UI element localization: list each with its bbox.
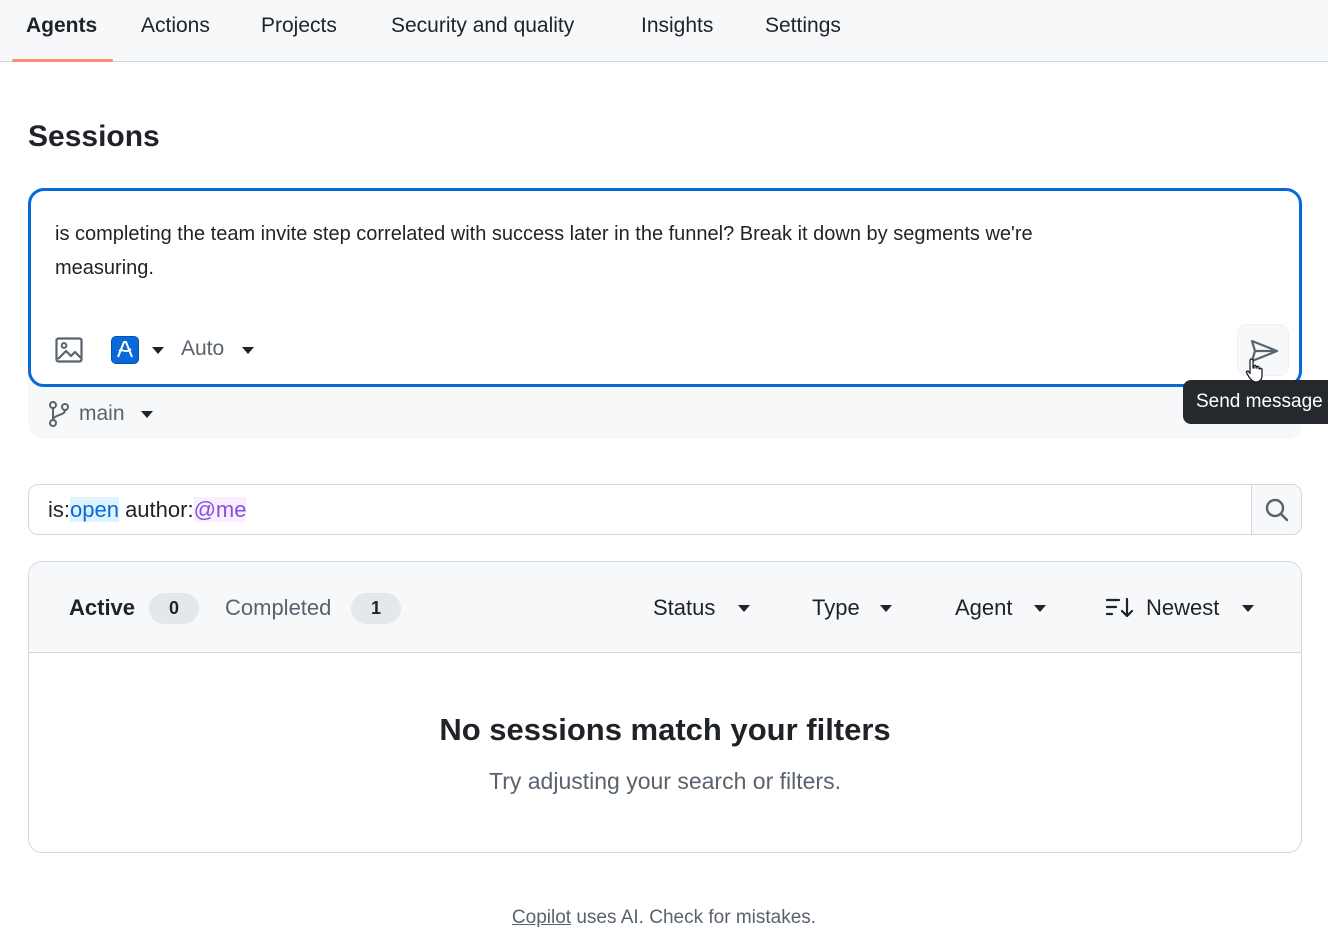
page-title: Sessions: [28, 120, 160, 153]
tab-agents[interactable]: Agents: [26, 0, 97, 62]
search-button[interactable]: [1251, 485, 1301, 534]
completed-count-badge: 1: [351, 593, 401, 624]
sort-chevron-down-icon[interactable]: [1242, 605, 1254, 612]
status-chevron-down-icon[interactable]: [738, 605, 750, 612]
type-chevron-down-icon[interactable]: [880, 605, 892, 612]
sessions-search-field[interactable]: is:open author:@me: [28, 484, 1302, 535]
ai-disclaimer: Copilot uses AI. Check for mistakes.: [0, 907, 1328, 929]
send-message-tooltip: Send message: [1183, 380, 1328, 424]
search-value-me: @me: [193, 497, 247, 522]
search-icon: [1265, 498, 1289, 522]
search-qualifier-author: author:: [118, 497, 194, 522]
tab-completed[interactable]: Completed: [225, 595, 331, 621]
search-qualifier-is: is:: [48, 497, 70, 522]
empty-state-subtitle: Try adjusting your search or filters.: [489, 768, 841, 794]
mode-chevron-down-icon[interactable]: [242, 347, 254, 354]
disclaimer-text: uses AI. Check for mistakes.: [571, 907, 817, 928]
search-query[interactable]: is:open author:@me: [48, 497, 247, 523]
model-chevron-down-icon[interactable]: [152, 347, 164, 354]
sessions-filter-bar: Active 0 Completed 1 Status Type Agent N…: [29, 562, 1301, 653]
sort-select[interactable]: Newest: [1146, 595, 1219, 621]
tab-settings[interactable]: Settings: [765, 0, 841, 62]
branch-select[interactable]: main: [79, 402, 125, 426]
tab-insights[interactable]: Insights: [641, 0, 713, 62]
branch-chevron-down-icon[interactable]: [141, 411, 153, 418]
git-branch-icon: [49, 401, 69, 427]
prompt-input[interactable]: is completing the team invite step corre…: [55, 217, 1055, 285]
prompt-composer[interactable]: is completing the team invite step corre…: [28, 188, 1302, 387]
active-count-badge: 0: [149, 593, 199, 624]
copilot-link[interactable]: Copilot: [512, 907, 571, 928]
image-icon[interactable]: [55, 337, 83, 363]
status-filter[interactable]: Status: [653, 595, 715, 621]
sessions-panel: Active 0 Completed 1 Status Type Agent N…: [28, 561, 1302, 853]
agent-filter[interactable]: Agent: [955, 595, 1013, 621]
tab-projects[interactable]: Projects: [261, 0, 337, 62]
repo-nav: Agents Actions Projects Security and qua…: [0, 0, 1328, 62]
copilot-model-icon[interactable]: [111, 336, 139, 364]
sort-icon[interactable]: [1106, 597, 1134, 619]
mode-select[interactable]: Auto: [181, 337, 224, 361]
tab-actions[interactable]: Actions: [141, 0, 210, 62]
agent-chevron-down-icon[interactable]: [1034, 605, 1046, 612]
active-tab-indicator: [12, 59, 113, 62]
tab-security-and-quality[interactable]: Security and quality: [391, 0, 574, 62]
hand-cursor-icon: [1245, 358, 1263, 383]
type-filter[interactable]: Type: [812, 595, 860, 621]
tab-active[interactable]: Active: [69, 595, 135, 621]
empty-state-title: No sessions match your filters: [439, 712, 891, 747]
search-value-open: open: [70, 497, 119, 522]
